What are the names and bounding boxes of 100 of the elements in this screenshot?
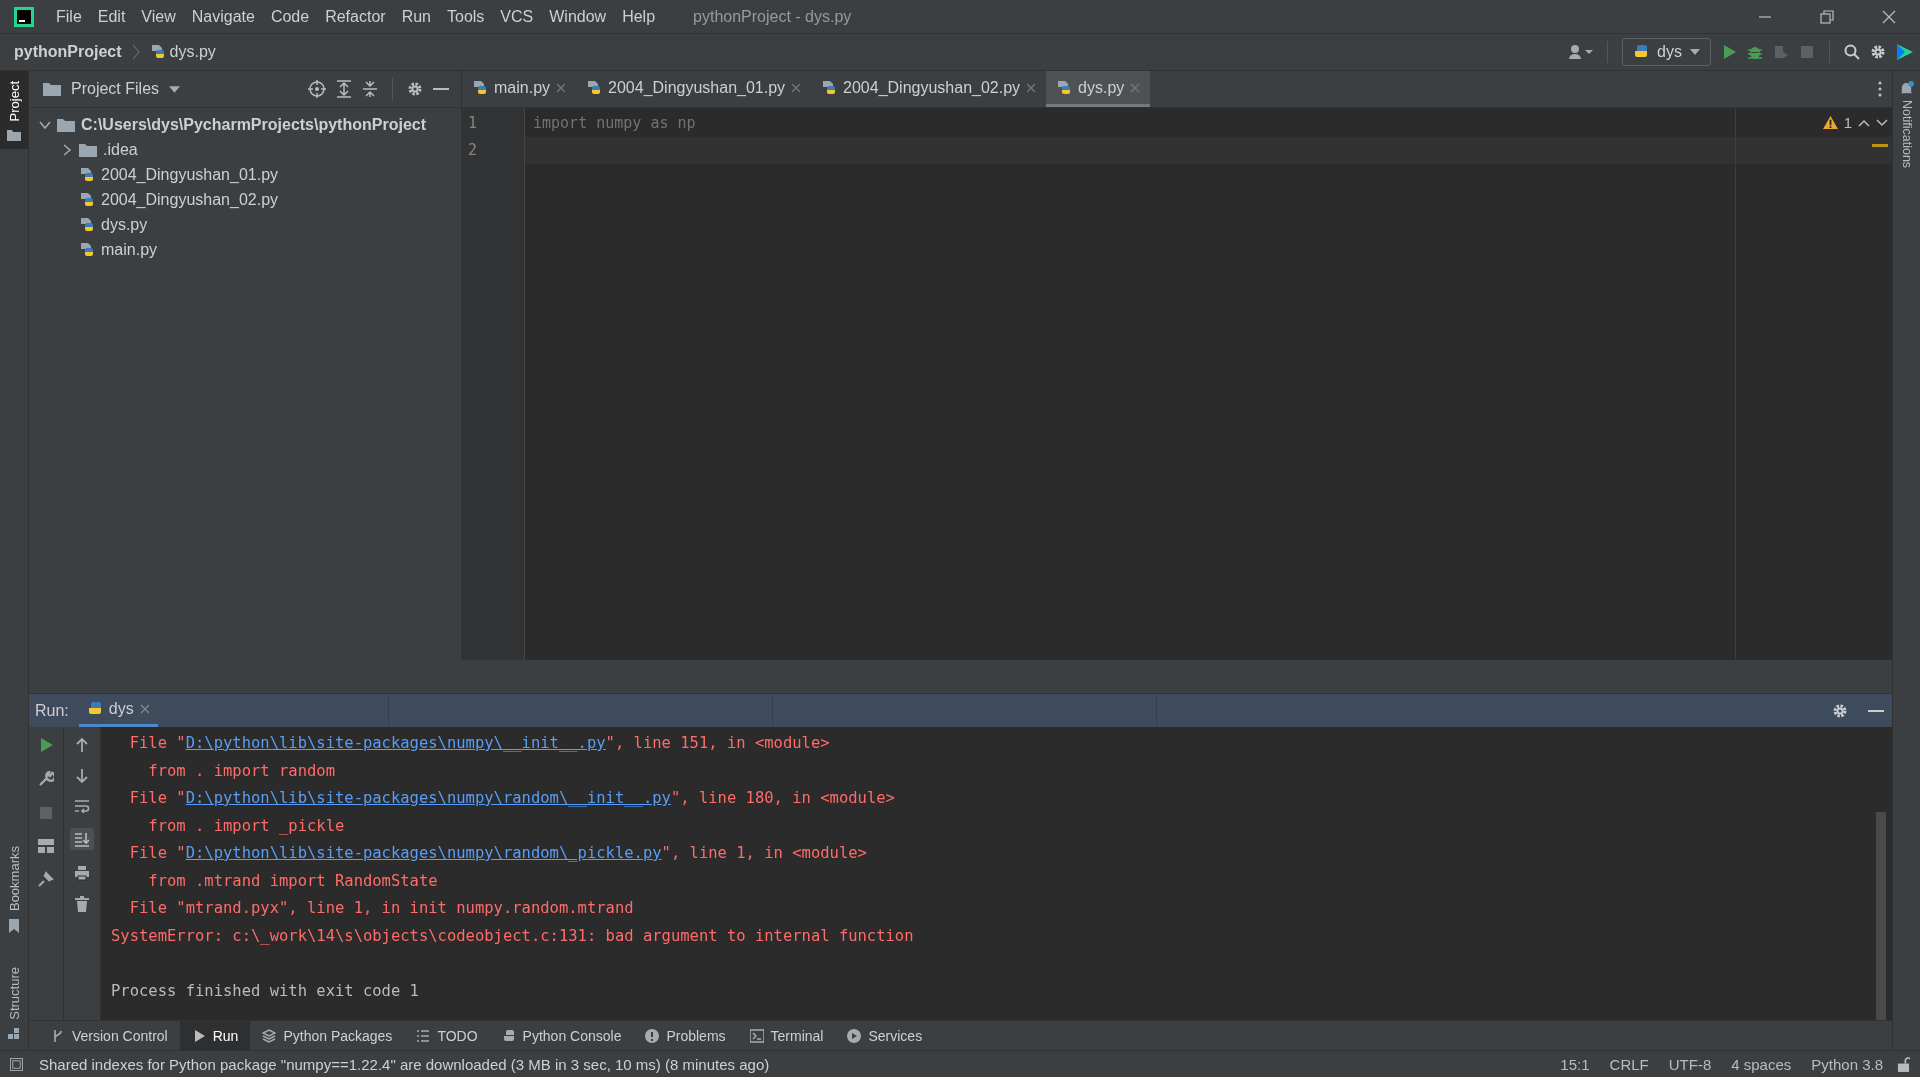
expand-all-icon[interactable]	[336, 80, 352, 98]
menu-item[interactable]: Code	[262, 7, 318, 26]
window-title: pythonProject - dys.py	[693, 7, 852, 26]
tool-window-tab[interactable]: Terminal	[737, 1021, 836, 1050]
trash-icon[interactable]	[75, 896, 89, 912]
close-icon[interactable]	[556, 82, 567, 93]
scroll-to-end-icon	[74, 831, 90, 847]
circle-play-icon	[847, 1028, 862, 1043]
tree-item[interactable]: main.py	[29, 237, 461, 262]
rerun-icon[interactable]	[38, 737, 54, 753]
down-arrow-icon[interactable]	[75, 768, 89, 784]
editor-tab[interactable]: 2004_Dingyushan_02.py	[811, 71, 1047, 107]
structure-tool-tab[interactable]: Structure	[6, 963, 22, 1024]
file-link[interactable]: D:\python\lib\site-packages\numpy\__init__.py	[185, 734, 606, 752]
collapse-all-icon[interactable]	[362, 80, 378, 98]
tool-window-tab[interactable]: Run	[179, 1021, 251, 1050]
menu-item[interactable]: Refactor	[317, 7, 394, 26]
console-line: File "D:\python\lib\site-packages\numpy\random\_pickle.py", line 1, in <module>	[128, 844, 867, 862]
menu-item[interactable]: Run	[393, 7, 439, 26]
panel-toggle-icon[interactable]	[10, 1057, 23, 1071]
status-item[interactable]: UTF-8	[1662, 1055, 1718, 1073]
up-arrow-icon[interactable]	[75, 737, 89, 753]
settings-icon[interactable]	[1870, 44, 1886, 60]
run-configuration-dropdown[interactable]: dys	[1622, 38, 1711, 66]
tool-window-tab[interactable]: Version Control	[39, 1021, 180, 1050]
python-file-icon	[79, 166, 95, 183]
tool-window-tab[interactable]: Python Console	[489, 1021, 634, 1050]
layout-icon[interactable]	[38, 839, 54, 853]
console-line: File "D:\python\lib\site-packages\numpy\random\__init__.py", line 180, in <module>	[128, 789, 895, 807]
python-file-icon	[472, 79, 488, 96]
warning-count[interactable]: 1	[1843, 114, 1852, 131]
tool-window-tab[interactable]: Services	[835, 1021, 935, 1050]
close-icon[interactable]	[791, 82, 802, 93]
unlock-icon[interactable]	[1897, 1056, 1910, 1072]
warning-icon[interactable]	[1822, 116, 1838, 129]
run-icon[interactable]	[1721, 44, 1737, 60]
editor-tab[interactable]: main.py	[462, 71, 577, 107]
file-link[interactable]: D:\python\lib\site-packages\numpy\random\__init__.py	[185, 789, 671, 807]
status-item[interactable]: 15:1	[1554, 1055, 1596, 1073]
console-line: Process finished with exit code 1	[111, 981, 419, 1000]
pin-icon[interactable]	[38, 871, 54, 887]
notifications-tool-tab[interactable]: Notifications	[1899, 100, 1914, 169]
editor-tab[interactable]: 2004_Dingyushan_01.py	[576, 71, 812, 107]
print-icon[interactable]	[74, 865, 90, 881]
file-link[interactable]: D:\python\lib\site-packages\numpy\random\_pickle.py	[185, 844, 662, 862]
settings-icon[interactable]	[1832, 702, 1848, 719]
console-line: from . import _pickle	[147, 816, 345, 835]
jetbrains-logo-icon[interactable]	[1896, 43, 1914, 61]
menu-item[interactable]: Help	[614, 7, 664, 26]
restore-icon[interactable]	[1820, 9, 1834, 24]
dropdown-caret-icon[interactable]	[169, 85, 181, 93]
structure-icon	[8, 1028, 20, 1040]
close-icon[interactable]	[1026, 82, 1037, 93]
minimize-icon[interactable]	[433, 87, 449, 91]
menu-item[interactable]: VCS	[492, 7, 542, 26]
menu-item[interactable]: File	[48, 7, 90, 26]
close-icon[interactable]	[1882, 9, 1896, 24]
tree-item[interactable]: 2004_Dingyushan_01.py	[29, 162, 461, 187]
folder-icon	[57, 117, 75, 132]
chevron-icon[interactable]	[61, 143, 73, 156]
editor-tab[interactable]: dys.py	[1046, 71, 1151, 107]
more-icon[interactable]	[1878, 81, 1882, 97]
tree-item[interactable]: dys.py	[29, 212, 461, 237]
menu-item[interactable]: Edit	[89, 7, 134, 26]
breadcrumb-item[interactable]: pythonProject	[14, 43, 122, 61]
tool-window-tab[interactable]: Python Packages	[250, 1021, 405, 1050]
bookmarks-tool-tab[interactable]: Bookmarks	[6, 842, 22, 916]
menu-item[interactable]: Tools	[439, 7, 493, 26]
app-logo-icon	[14, 6, 34, 27]
python-icon	[1633, 44, 1650, 60]
scrollbar[interactable]	[1876, 812, 1886, 1020]
line-number: 1	[467, 113, 479, 134]
bug-icon[interactable]	[1747, 44, 1763, 60]
locate-icon[interactable]	[308, 80, 326, 98]
search-icon[interactable]	[1844, 44, 1860, 60]
menu-item[interactable]: View	[133, 7, 184, 26]
wrench-icon[interactable]	[38, 771, 54, 787]
scroll-to-end-button[interactable]	[70, 828, 94, 850]
soft-wrap-icon[interactable]	[74, 799, 90, 813]
status-item[interactable]: 4 spaces	[1725, 1055, 1798, 1073]
project-view-selector[interactable]: Project Files	[71, 80, 160, 98]
status-item[interactable]: Python 3.8	[1805, 1055, 1889, 1073]
tree-item[interactable]: 2004_Dingyushan_02.py	[29, 187, 461, 212]
tree-item[interactable]: C:\Users\dys\PycharmProjects\pythonProject	[29, 112, 461, 137]
user-icon[interactable]	[1569, 44, 1594, 60]
next-icon[interactable]	[1876, 118, 1888, 127]
bell-icon[interactable]	[1899, 81, 1914, 96]
menu-item[interactable]: Navigate	[183, 7, 263, 26]
layers-icon	[262, 1028, 277, 1043]
menu-item[interactable]: Window	[541, 7, 615, 26]
tool-window-tab[interactable]: Problems	[633, 1021, 738, 1050]
settings-icon[interactable]	[407, 81, 423, 97]
python-file-icon	[1056, 79, 1073, 96]
status-item[interactable]: CRLF	[1603, 1055, 1655, 1073]
status-message[interactable]: Shared indexes for Python package "numpy==1.22.4" are downloaded (3 MB in 3 sec, 10 ms) (8 minutes ago)	[39, 1055, 770, 1073]
tool-window-tab[interactable]: TODO	[404, 1021, 490, 1050]
previous-icon[interactable]	[1858, 118, 1870, 127]
close-icon[interactable]	[139, 704, 150, 714]
tree-item[interactable]: .idea	[29, 137, 461, 162]
breadcrumb-item[interactable]: dys.py	[149, 43, 216, 61]
